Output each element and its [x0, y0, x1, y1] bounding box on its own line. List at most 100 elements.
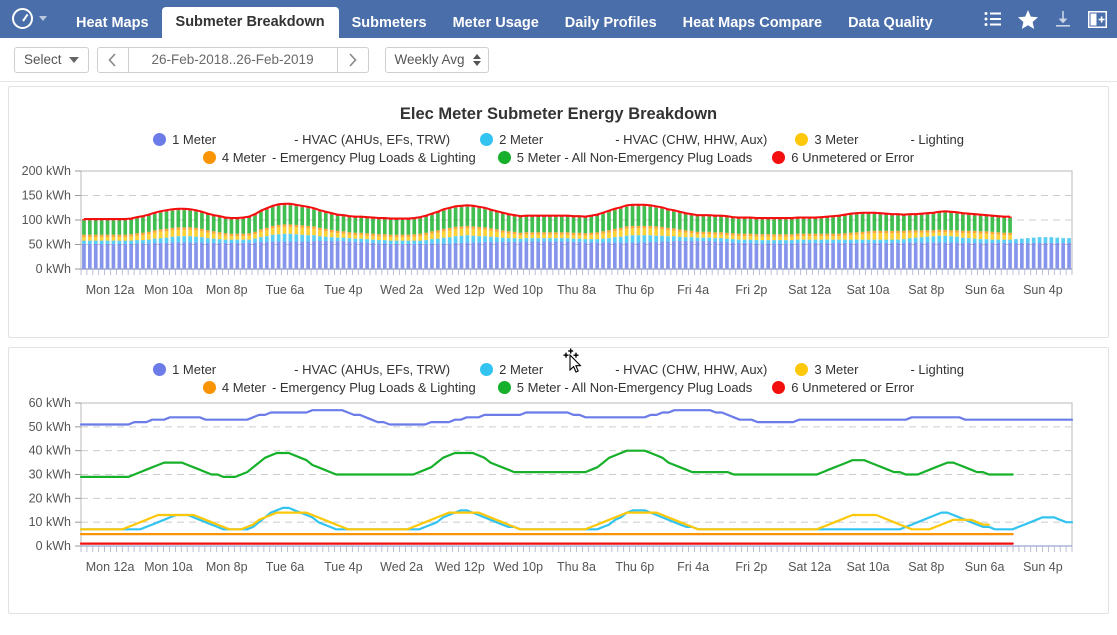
- legend-item[interactable]: 2 Meter - HVAC (CHW, HHW, Aux): [480, 362, 767, 377]
- nav-tab-heat-maps[interactable]: Heat Maps: [63, 8, 162, 38]
- bar-segment: [341, 231, 346, 234]
- legend-item[interactable]: 3 Meter - Lighting: [795, 132, 964, 147]
- download-icon[interactable]: [1054, 10, 1072, 28]
- line-plot[interactable]: 0 kWh 10 kWh 20 kWh 30 kWh 40 kWh 50 kWh 60 kW…: [9, 395, 1108, 578]
- panel-add-icon[interactable]: [1088, 10, 1107, 28]
- bar-segment: [170, 236, 175, 243]
- legend-item[interactable]: 1 Meter - HVAC (AHUs, EFs, TRW): [153, 362, 450, 377]
- bar-segment: [1002, 243, 1006, 269]
- bar-segment: [837, 243, 841, 269]
- bar-segment: [896, 243, 900, 269]
- bar-segment: [229, 239, 234, 244]
- bar-segment: [188, 242, 192, 269]
- select-button[interactable]: Select: [14, 46, 89, 73]
- nav-tab-data-quality[interactable]: Data Quality: [835, 8, 946, 38]
- caret-down-icon[interactable]: [39, 15, 47, 21]
- stacked-bar-plot[interactable]: 0 kWh 50 kWh 100 kWh 150 kWh 200 kWh Mon 12a…: [9, 165, 1108, 301]
- bar-segment: [282, 241, 287, 269]
- bar-segment: [82, 220, 86, 235]
- bar-segment: [524, 234, 529, 239]
- bar-segment: [683, 237, 688, 242]
- bar-segment: [583, 242, 588, 269]
- nav-tab-heat-maps-compare[interactable]: Heat Maps Compare: [670, 8, 835, 38]
- nav-tab-daily-profiles[interactable]: Daily Profiles: [552, 8, 670, 38]
- legend-item[interactable]: 1 Meter - HVAC (AHUs, EFs, TRW): [153, 132, 450, 147]
- bar-segment: [111, 244, 116, 269]
- bar-segment: [353, 238, 358, 243]
- chevron-right-icon: [349, 52, 357, 67]
- line-chart-svg: 0 kWh 10 kWh 20 kWh 30 kWh 40 kWh 50 kWh 60 kW…: [29, 396, 1074, 553]
- bar-segment: [654, 228, 658, 236]
- bar-segment: [913, 232, 918, 238]
- legend-color-dot: [480, 363, 494, 376]
- bar-segment: [1025, 238, 1030, 244]
- bar-segment: [276, 241, 281, 269]
- bar-segment: [152, 243, 157, 269]
- bar-segment: [878, 233, 883, 240]
- legend-item[interactable]: 4 Meter - Emergency Plug Loads & Lighting: [202, 380, 476, 395]
- legend-item[interactable]: 2 Meter - HVAC (CHW, HHW, Aux): [480, 132, 767, 147]
- bar-segment: [902, 243, 906, 269]
- nav-tab-meter-usage[interactable]: Meter Usage: [440, 8, 552, 38]
- aggregation-select[interactable]: Weekly Avg: [384, 46, 489, 73]
- bar-segment: [235, 219, 240, 234]
- bar-segment: [854, 239, 859, 244]
- bar-segment: [182, 236, 187, 243]
- next-range-button[interactable]: [336, 46, 369, 73]
- bar-segment: [577, 238, 582, 243]
- legend-item[interactable]: 3 Meter - Lighting: [795, 362, 964, 377]
- bar-segment: [984, 239, 989, 244]
- svg-text:0 kWh: 0 kWh: [36, 262, 71, 276]
- bar-segment: [1008, 239, 1012, 244]
- bar-segment: [105, 244, 110, 269]
- bar-segment: [471, 207, 476, 227]
- app-logo[interactable]: [12, 0, 47, 38]
- legend-item[interactable]: 5 Meter - All Non-Emergency Plug Loads: [497, 150, 752, 165]
- legend-item[interactable]: 6 Unmetered or Error: [772, 150, 914, 165]
- gauge-logo-icon: [12, 7, 33, 29]
- bar-segment: [82, 240, 86, 245]
- bar-segment: [489, 211, 493, 229]
- bar-segment: [766, 219, 771, 235]
- bar-segment: [294, 206, 299, 225]
- bar-segment: [937, 232, 942, 236]
- bar-segment: [530, 241, 535, 269]
- legend-item[interactable]: 6 Unmetered or Error: [772, 380, 914, 395]
- prev-range-button[interactable]: [96, 46, 129, 73]
- legend-series-desc: - HVAC (CHW, HHW, Aux): [615, 362, 768, 377]
- bar-segment: [105, 237, 110, 241]
- bar-segment: [719, 217, 723, 233]
- bar-segment: [318, 236, 322, 242]
- bar-segment: [506, 238, 511, 243]
- date-range-field[interactable]: 26-Feb-2018..26-Feb-2019: [127, 46, 338, 73]
- bar-segment: [235, 236, 240, 240]
- bar-segment: [565, 238, 570, 242]
- bar-segment: [949, 230, 953, 233]
- bar-segment: [247, 218, 251, 234]
- bar-segment: [813, 233, 818, 237]
- bar-segment: [996, 239, 1001, 244]
- bar-segment: [589, 242, 594, 269]
- bar-segment: [500, 230, 505, 233]
- nav-tab-submeters[interactable]: Submeters: [339, 8, 440, 38]
- bar-segment: [931, 214, 936, 231]
- legend-item[interactable]: 5 Meter - All Non-Emergency Plug Loads: [497, 380, 752, 395]
- bar-segment: [371, 233, 375, 237]
- list-icon[interactable]: [984, 11, 1002, 27]
- star-icon[interactable]: [1018, 9, 1038, 29]
- bar-segment: [483, 229, 487, 237]
- nav-tab-submeter-breakdown[interactable]: Submeter Breakdown: [161, 7, 339, 38]
- bar-segment: [436, 213, 440, 231]
- bar-segment: [194, 236, 198, 243]
- bar-segment: [506, 233, 511, 239]
- bar-segment: [524, 232, 529, 235]
- bar-segment: [264, 230, 269, 237]
- bar-segment: [801, 243, 806, 269]
- bar-segment: [813, 243, 818, 269]
- bar-segment: [896, 215, 900, 231]
- bar-segment: [182, 210, 187, 228]
- legend-item[interactable]: 4 Meter - Emergency Plug Loads & Lighting: [202, 150, 476, 165]
- bar-segment: [807, 243, 812, 269]
- bar-segment: [400, 234, 405, 238]
- bar-segment: [571, 238, 576, 243]
